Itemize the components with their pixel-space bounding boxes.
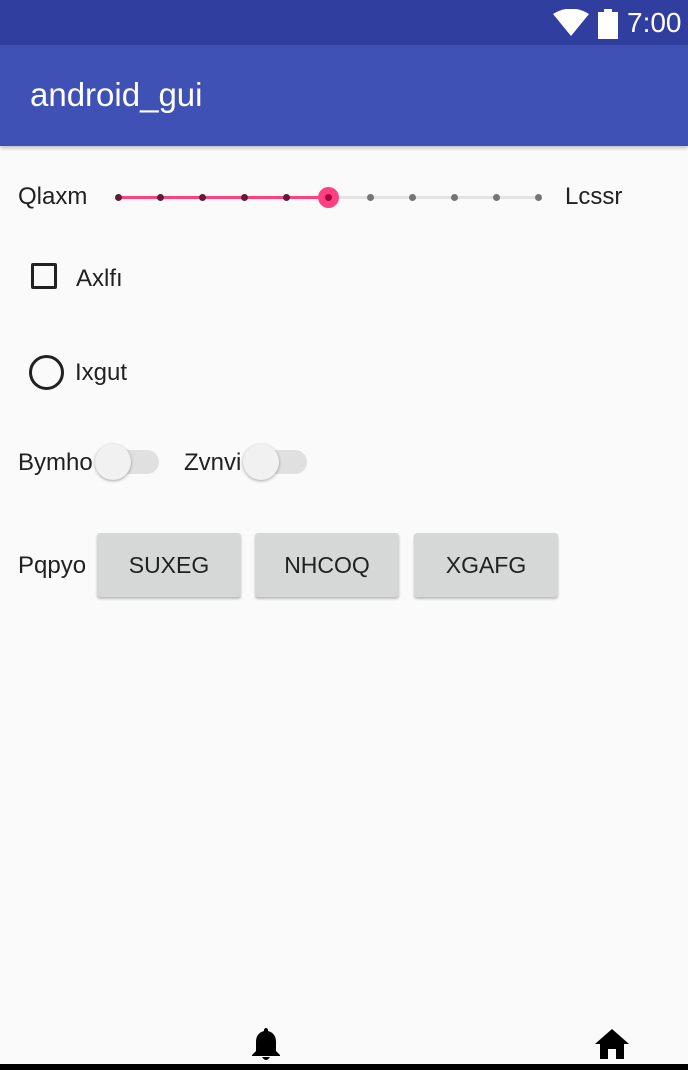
- seekbar-tick: [450, 194, 458, 201]
- switch-label-zvnvi: Zvnvi: [184, 449, 242, 476]
- seekbar-tick: [114, 194, 122, 201]
- home-icon[interactable]: [594, 1028, 630, 1060]
- app-title: android_gui: [30, 76, 203, 113]
- seekbar-tick: [240, 194, 248, 201]
- battery-icon: [598, 9, 618, 39]
- seekbar-thumb[interactable]: [317, 187, 339, 208]
- wifi-icon: [553, 9, 589, 36]
- checkbox-label[interactable]: Axlfı: [76, 264, 123, 294]
- checkbox-box[interactable]: [31, 263, 57, 289]
- seekbar-right-label: Lcssr: [565, 183, 623, 210]
- clock-time: 7:00: [627, 7, 682, 38]
- button-row-label: Pqpyo: [18, 552, 87, 579]
- seekbar-progress: [118, 196, 328, 199]
- radio-circle[interactable]: [29, 355, 64, 390]
- suxeg-button[interactable]: SUXEG: [97, 533, 241, 597]
- seekbar-tick: [408, 194, 416, 201]
- xgafg-button[interactable]: XGAFG: [414, 533, 558, 597]
- switch-thumb[interactable]: [95, 444, 131, 480]
- seekbar-left-label: Qlaxm: [18, 183, 88, 210]
- seekbar-tick: [198, 194, 206, 201]
- seekbar-tick: [282, 194, 290, 201]
- status-bar: 7:00: [0, 0, 688, 45]
- radio-label[interactable]: Ixgut: [75, 358, 127, 388]
- bell-icon[interactable]: [250, 1026, 282, 1062]
- switch-thumb[interactable]: [243, 444, 279, 480]
- app-bar: android_gui: [0, 45, 688, 146]
- seekbar-tick: [156, 194, 164, 201]
- screen: 7:00 android_gui Qlaxm Lcssr Axlfı Ixgut…: [0, 0, 688, 1070]
- seekbar-tick: [534, 194, 542, 201]
- nhcoq-button[interactable]: NHCOQ: [255, 533, 399, 597]
- switch-label-bymho: Bymho: [18, 449, 93, 476]
- seekbar-tick: [492, 194, 500, 201]
- navigation-bar-edge: [0, 1064, 688, 1070]
- seekbar-tick: [366, 194, 374, 201]
